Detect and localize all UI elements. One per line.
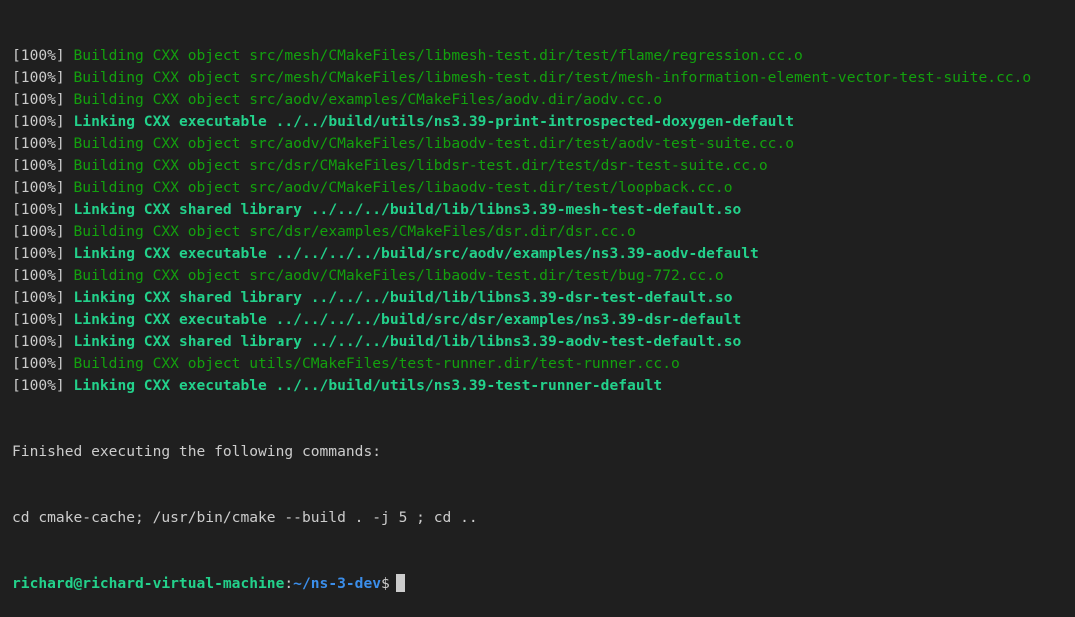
log-message: Linking CXX executable ../../../../build… (73, 245, 759, 262)
prompt-dollar: $ (381, 575, 390, 592)
build-log-line: [100%] Building CXX object src/aodv/exam… (12, 89, 1075, 111)
prompt-path: ~/ns-3-dev (293, 575, 382, 592)
build-log-line: [100%] Building CXX object src/aodv/CMak… (12, 177, 1075, 199)
link-log-line: [100%] Linking CXX shared library ../../… (12, 199, 1075, 221)
shell-prompt[interactable]: richard@richard-virtual-machine:~/ns-3-d… (12, 573, 1075, 595)
progress-percent: [100%] (12, 91, 74, 108)
prompt-colon: : (284, 575, 294, 592)
log-message: Linking CXX shared library ../../../buil… (73, 333, 742, 350)
log-message: Building CXX object src/dsr/examples/CMa… (73, 223, 636, 240)
progress-percent: [100%] (12, 267, 74, 284)
terminal-output[interactable]: [100%] Building CXX object src/mesh/CMak… (0, 0, 1075, 592)
progress-percent: [100%] (12, 69, 74, 86)
text-cursor (395, 574, 405, 592)
progress-percent: [100%] (12, 245, 74, 262)
finished-message: Finished executing the following command… (12, 443, 382, 460)
progress-percent: [100%] (12, 135, 74, 152)
progress-percent: [100%] (12, 377, 74, 394)
log-message: Building CXX object utils/CMakeFiles/tes… (73, 355, 680, 372)
executed-command: cd cmake-cache; /usr/bin/cmake --build .… (12, 509, 478, 526)
log-message: Linking CXX executable ../../build/utils… (73, 113, 794, 130)
progress-percent: [100%] (12, 333, 74, 350)
link-log-line: [100%] Linking CXX shared library ../../… (12, 287, 1075, 309)
build-log-line: [100%] Building CXX object src/aodv/CMak… (12, 133, 1075, 155)
log-message: Linking CXX executable ../../../../build… (73, 311, 742, 328)
build-log-line: [100%] Building CXX object src/dsr/CMake… (12, 155, 1075, 177)
prompt-user-host: richard@richard-virtual-machine (12, 575, 285, 592)
log-message: Building CXX object src/aodv/CMakeFiles/… (73, 135, 794, 152)
build-log-line: [100%] Building CXX object utils/CMakeFi… (12, 353, 1075, 375)
progress-percent: [100%] (12, 223, 74, 240)
link-log-line: [100%] Linking CXX shared library ../../… (12, 331, 1075, 353)
log-message: Building CXX object src/dsr/CMakeFiles/l… (73, 157, 768, 174)
progress-percent: [100%] (12, 355, 74, 372)
progress-percent: [100%] (12, 157, 74, 174)
build-log: [100%] Building CXX object src/mesh/CMak… (12, 45, 1075, 397)
link-log-line: [100%] Linking CXX executable ../../../.… (12, 243, 1075, 265)
build-log-line: [100%] Building CXX object src/dsr/examp… (12, 221, 1075, 243)
progress-percent: [100%] (12, 311, 74, 328)
log-message: Linking CXX shared library ../../../buil… (73, 289, 733, 306)
log-message: Building CXX object src/aodv/examples/CM… (73, 91, 663, 108)
log-message: Building CXX object src/mesh/CMakeFiles/… (73, 47, 803, 64)
log-message: Linking CXX shared library ../../../buil… (73, 201, 742, 218)
progress-percent: [100%] (12, 47, 74, 64)
build-log-line: [100%] Building CXX object src/aodv/CMak… (12, 265, 1075, 287)
link-log-line: [100%] Linking CXX executable ../../../.… (12, 309, 1075, 331)
progress-percent: [100%] (12, 113, 74, 130)
log-message: Building CXX object src/mesh/CMakeFiles/… (73, 69, 1032, 86)
log-message: Building CXX object src/aodv/CMakeFiles/… (73, 179, 733, 196)
link-log-line: [100%] Linking CXX executable ../../buil… (12, 375, 1075, 397)
build-log-line: [100%] Building CXX object src/mesh/CMak… (12, 45, 1075, 67)
progress-percent: [100%] (12, 179, 74, 196)
link-log-line: [100%] Linking CXX executable ../../buil… (12, 111, 1075, 133)
log-message: Building CXX object src/aodv/CMakeFiles/… (73, 267, 724, 284)
log-message: Linking CXX executable ../../build/utils… (73, 377, 663, 394)
progress-percent: [100%] (12, 289, 74, 306)
build-log-line: [100%] Building CXX object src/mesh/CMak… (12, 67, 1075, 89)
progress-percent: [100%] (12, 201, 74, 218)
